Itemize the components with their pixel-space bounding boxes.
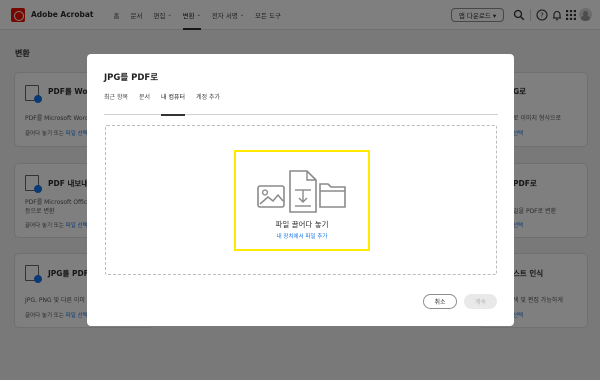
cancel-button[interactable]: 취소 [423,294,457,309]
tab-my-computer[interactable]: 내 컴퓨터 [161,90,186,116]
source-tabs: 최근 항목 문서 내 컴퓨터 계정 추가 [104,90,498,116]
jpg-to-pdf-dialog: JPG를 PDF로 최근 항목 문서 내 컴퓨터 계정 추가 파일 끌어다 놓기 [87,54,514,326]
document-icon [289,170,317,213]
drop-files-illustration-icon [257,170,346,213]
image-icon [257,185,285,208]
tab-documents[interactable]: 문서 [139,90,150,115]
drop-files-label: 파일 끌어다 놓기 [275,220,329,229]
tab-recent[interactable]: 최근 항목 [104,90,128,115]
dialog-title: JPG를 PDF로 [104,73,159,83]
tab-add-account[interactable]: 계정 추가 [196,90,220,115]
folder-icon [319,183,346,208]
continue-button[interactable]: 계속 [464,294,497,309]
add-files-from-device-link[interactable]: 내 장치에서 파일 추가 [234,232,370,240]
